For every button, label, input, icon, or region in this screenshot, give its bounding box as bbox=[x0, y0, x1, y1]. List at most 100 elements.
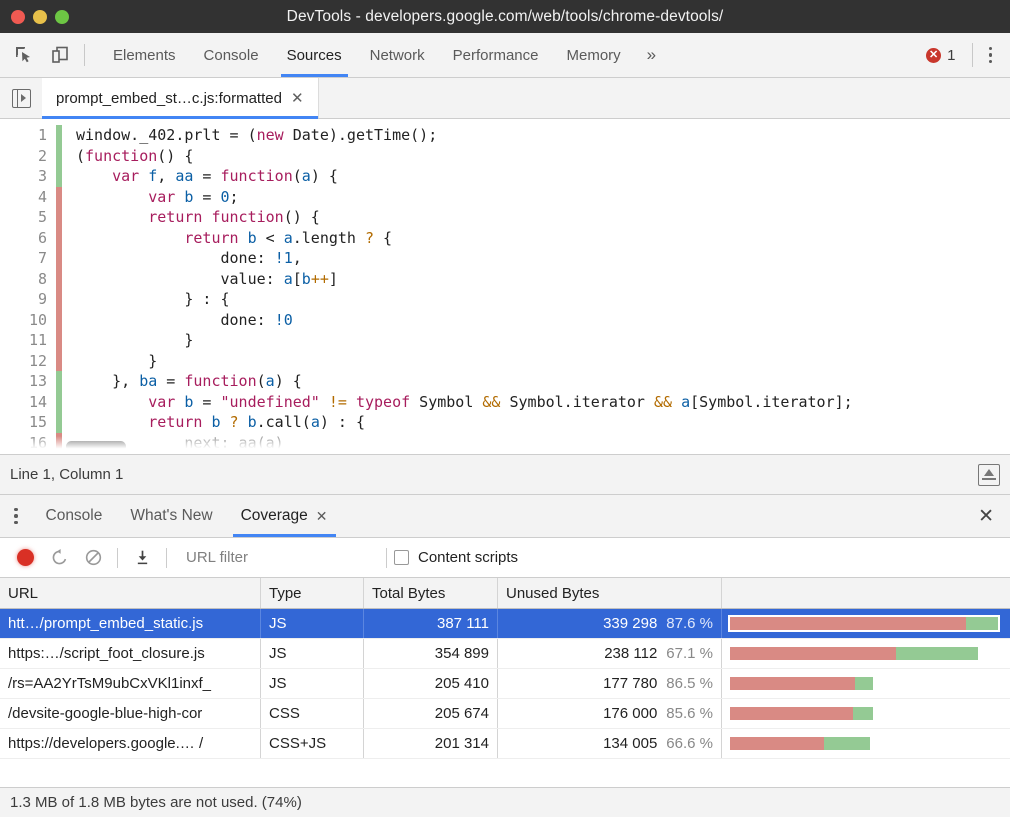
close-icon[interactable]: ✕ bbox=[291, 91, 304, 106]
line-number: 9 bbox=[0, 289, 47, 310]
drawer-tab-console[interactable]: Console bbox=[32, 495, 117, 537]
drawer-tab-coverage[interactable]: Coverage ✕ bbox=[227, 495, 342, 537]
table-body: htt…/prompt_embed_static.jsJS387 111339 … bbox=[0, 609, 1010, 759]
devtools-window: DevTools - developers.google.com/web/too… bbox=[0, 0, 1010, 817]
cell-total-bytes: 205 674 bbox=[364, 699, 498, 728]
drawer-tabstrip: Console What's New Coverage ✕ ✕ bbox=[0, 495, 1010, 538]
panel-tab-performance[interactable]: Performance bbox=[439, 33, 553, 77]
column-header-unused-bytes[interactable]: Unused Bytes bbox=[498, 578, 722, 608]
table-row[interactable]: https:…/script_foot_closure.jsJS354 8992… bbox=[0, 639, 1010, 669]
coverage-summary-status: 1.3 MB of 1.8 MB bytes are not used. (74… bbox=[0, 787, 1010, 817]
inspect-element-icon[interactable] bbox=[10, 41, 38, 69]
cell-coverage-bar bbox=[722, 669, 1010, 698]
column-header-url[interactable]: URL bbox=[0, 578, 261, 608]
code-content[interactable]: window._402.prlt = (new Date).getTime();… bbox=[62, 119, 1010, 454]
cell-unused-bytes: 177 78086.5 % bbox=[498, 669, 722, 698]
line-number: 14 bbox=[0, 392, 47, 413]
window-titlebar: DevTools - developers.google.com/web/too… bbox=[0, 0, 1010, 33]
table-row[interactable]: /devsite-google-blue-high-corCSS205 6741… bbox=[0, 699, 1010, 729]
unused-percent: 85.6 % bbox=[666, 705, 713, 722]
toolbar-divider bbox=[117, 548, 118, 568]
coverage-bar-used bbox=[824, 737, 870, 750]
editor-horizontal-scrollbar[interactable] bbox=[66, 441, 126, 452]
line-number: 15 bbox=[0, 412, 47, 433]
kebab-menu-icon[interactable] bbox=[979, 47, 1003, 64]
unused-bytes-value: 177 780 bbox=[603, 675, 657, 692]
close-drawer-icon[interactable]: ✕ bbox=[962, 495, 1010, 537]
column-header-bar bbox=[722, 578, 1010, 608]
panel-tab-console[interactable]: Console bbox=[190, 33, 273, 77]
drawer-tab-coverage-label: Coverage bbox=[241, 507, 308, 525]
cell-type: JS bbox=[261, 669, 364, 698]
coverage-bar-unused bbox=[730, 707, 853, 720]
drawer-tab-whats-new[interactable]: What's New bbox=[116, 495, 226, 537]
cell-total-bytes: 354 899 bbox=[364, 639, 498, 668]
cell-coverage-bar bbox=[722, 639, 1010, 668]
editor-gutter: 12345678910111213141516 bbox=[0, 119, 62, 454]
error-count-badge[interactable]: ✕ 1 bbox=[916, 47, 965, 64]
unused-bytes-value: 134 005 bbox=[603, 735, 657, 752]
table-row[interactable]: https://developers.google.… /CSS+JS201 3… bbox=[0, 729, 1010, 759]
toolbar-icon-group bbox=[0, 33, 99, 77]
devtools-main-toolbar: Elements Console Sources Network Perform… bbox=[0, 33, 1010, 78]
line-number: 3 bbox=[0, 166, 47, 187]
coverage-bar-used bbox=[855, 677, 874, 690]
content-scripts-label: Content scripts bbox=[418, 549, 518, 566]
panel-tab-elements[interactable]: Elements bbox=[99, 33, 190, 77]
status-line-right bbox=[978, 464, 1000, 486]
table-header-row: URL Type Total Bytes Unused Bytes bbox=[0, 578, 1010, 609]
show-navigator-icon[interactable] bbox=[0, 78, 42, 118]
coverage-bar bbox=[730, 617, 998, 630]
cell-type: JS bbox=[261, 609, 364, 638]
panel-tab-sources[interactable]: Sources bbox=[273, 33, 356, 77]
content-scripts-checkbox[interactable]: Content scripts bbox=[394, 549, 518, 566]
source-tab-label: prompt_embed_st…c.js:formatted bbox=[56, 90, 282, 107]
coverage-table: URL Type Total Bytes Unused Bytes htt…/p… bbox=[0, 578, 1010, 787]
coverage-bar-unused bbox=[730, 647, 896, 660]
panel-tab-network[interactable]: Network bbox=[356, 33, 439, 77]
code-line: return b < a.length ? { bbox=[76, 228, 1010, 249]
device-toolbar-icon[interactable] bbox=[46, 41, 74, 69]
cell-total-bytes: 205 410 bbox=[364, 669, 498, 698]
record-button[interactable] bbox=[8, 541, 42, 575]
unused-bytes-value: 238 112 bbox=[604, 645, 657, 662]
checkbox-box[interactable] bbox=[394, 550, 409, 565]
line-number: 8 bbox=[0, 269, 47, 290]
column-header-type[interactable]: Type bbox=[261, 578, 364, 608]
coverage-bar bbox=[730, 737, 870, 750]
line-number: 6 bbox=[0, 228, 47, 249]
line-number: 13 bbox=[0, 371, 47, 392]
line-number: 2 bbox=[0, 146, 47, 167]
reload-icon[interactable] bbox=[42, 541, 76, 575]
source-tab-prompt-embed-static[interactable]: prompt_embed_st…c.js:formatted ✕ bbox=[42, 78, 319, 118]
cell-total-bytes: 201 314 bbox=[364, 729, 498, 758]
line-number: 16 bbox=[0, 433, 47, 454]
cell-url: https:…/script_foot_closure.js bbox=[0, 639, 261, 668]
unused-percent: 87.6 % bbox=[666, 615, 713, 632]
cell-total-bytes: 387 111 bbox=[364, 609, 498, 638]
table-row[interactable]: htt…/prompt_embed_static.jsJS387 111339 … bbox=[0, 609, 1010, 639]
line-number-column: 12345678910111213141516 bbox=[0, 119, 56, 454]
unused-bytes-value: 176 000 bbox=[603, 705, 657, 722]
line-number: 4 bbox=[0, 187, 47, 208]
coverage-bar-used bbox=[966, 617, 998, 630]
drawer-menu-icon[interactable] bbox=[0, 495, 32, 537]
url-filter-input[interactable]: URL filter bbox=[174, 549, 379, 566]
panel-tabs: Elements Console Sources Network Perform… bbox=[99, 33, 668, 77]
pretty-print-icon[interactable] bbox=[978, 464, 1000, 486]
unused-bytes-value: 339 298 bbox=[603, 615, 657, 632]
code-line: (function() { bbox=[76, 146, 1010, 167]
more-panels-chevron-icon[interactable]: » bbox=[635, 33, 668, 77]
toolbar-divider-2 bbox=[166, 548, 167, 568]
coverage-bar-unused bbox=[730, 677, 855, 690]
close-icon[interactable]: ✕ bbox=[316, 508, 328, 525]
clear-icon[interactable] bbox=[76, 541, 110, 575]
column-header-total-bytes[interactable]: Total Bytes bbox=[364, 578, 498, 608]
line-number: 11 bbox=[0, 330, 47, 351]
table-row[interactable]: /rs=AA2YrTsM9ubCxVKl1inxf_JS205 410177 7… bbox=[0, 669, 1010, 699]
line-number: 7 bbox=[0, 248, 47, 269]
cell-url: /devsite-google-blue-high-cor bbox=[0, 699, 261, 728]
source-code-editor[interactable]: 12345678910111213141516 window._402.prlt… bbox=[0, 119, 1010, 454]
download-icon[interactable] bbox=[125, 541, 159, 575]
panel-tab-memory[interactable]: Memory bbox=[553, 33, 635, 77]
